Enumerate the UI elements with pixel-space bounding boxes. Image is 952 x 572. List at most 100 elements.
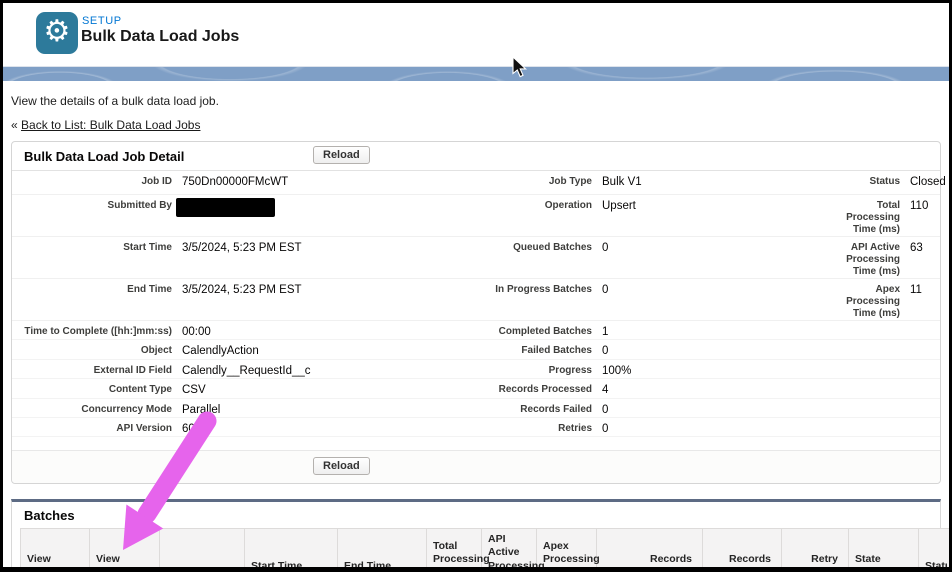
- field-label: Records Processed: [450, 379, 592, 397]
- field-value: [900, 418, 940, 436]
- col-header-apex-processing: Apex Processing Time (ms): [537, 529, 597, 567]
- field-label: Start Time: [12, 237, 172, 278]
- col-header-batch-id: [160, 529, 245, 567]
- field-label: End Time: [12, 279, 172, 320]
- job-detail-header: Bulk Data Load Job Detail Reload: [12, 142, 940, 171]
- setup-tile: ⚙: [36, 12, 78, 54]
- field-value: [172, 195, 450, 236]
- field-label: Records Failed: [450, 399, 592, 417]
- field-label: Content Type: [12, 379, 172, 397]
- reload-button-top[interactable]: Reload: [313, 146, 370, 164]
- batches-title: Batches: [12, 502, 940, 528]
- field-value: 110: [900, 195, 940, 236]
- field-value: 11: [900, 279, 940, 320]
- field-label: Object: [12, 340, 172, 358]
- theme-texture-bar: [3, 66, 949, 81]
- field-label: Job ID: [12, 171, 172, 194]
- field-value: 0: [592, 279, 820, 320]
- field-value: 63: [900, 237, 940, 278]
- gear-icon: ⚙: [44, 17, 71, 47]
- field-value: CalendlyAction: [172, 340, 450, 358]
- field-value: 750Dn00000FMcWT: [172, 171, 450, 194]
- field-value: 100%: [592, 360, 820, 378]
- back-marker: «: [11, 118, 18, 132]
- field-value: Upsert: [592, 195, 820, 236]
- col-header-api-active-processing: API Active Processing Time (ms): [482, 529, 537, 567]
- job-detail-panel: Bulk Data Load Job Detail Reload Job ID …: [11, 141, 941, 484]
- detail-row: Object CalendlyAction Failed Batches 0: [12, 340, 940, 359]
- col-header-state-message: State Message: [849, 529, 919, 567]
- field-label: Concurrency Mode: [12, 399, 172, 417]
- field-label: Submitted By: [12, 195, 172, 236]
- intro-text: View the details of a bulk data load job…: [11, 94, 949, 108]
- field-value: [900, 379, 940, 397]
- page: ⚙ SETUP Bulk Data Load Jobs View the det…: [3, 3, 949, 567]
- field-value: Parallel: [172, 399, 450, 417]
- back-to-list-link[interactable]: Back to List: Bulk Data Load Jobs: [21, 118, 200, 132]
- redacted-submitted-by: [176, 198, 275, 217]
- setup-eyebrow: SETUP: [82, 15, 122, 27]
- detail-row: Concurrency Mode Parallel Records Failed…: [12, 399, 940, 418]
- field-label: Queued Batches: [450, 237, 592, 278]
- detail-row: Content Type CSV Records Processed 4: [12, 379, 940, 398]
- spacer: [12, 437, 940, 450]
- detail-row: End Time 3/5/2024, 5:23 PM EST In Progre…: [12, 279, 940, 321]
- field-label: Operation: [450, 195, 592, 236]
- field-value: 3/5/2024, 5:23 PM EST: [172, 279, 450, 320]
- field-value: 60.0: [172, 418, 450, 436]
- job-detail-footer: Reload: [12, 450, 940, 483]
- field-label: Apex Processing Time (ms): [820, 279, 900, 320]
- col-header-records-failed: Records Failed: [703, 529, 782, 567]
- detail-row: Job ID 750Dn00000FMcWT Job Type Bulk V1 …: [12, 171, 940, 195]
- col-header-records-processed: Records Processed: [597, 529, 703, 567]
- field-label: API Version: [12, 418, 172, 436]
- field-label: Failed Batches: [450, 340, 592, 358]
- field-label: Status: [820, 171, 900, 194]
- field-value: 00:00: [172, 321, 450, 339]
- field-label: [820, 379, 900, 397]
- field-value: [900, 360, 940, 378]
- field-label: Job Type: [450, 171, 592, 194]
- col-header-view-result: View Result: [90, 529, 160, 567]
- field-label: [820, 321, 900, 339]
- field-value: CSV: [172, 379, 450, 397]
- field-value: [900, 321, 940, 339]
- reload-button-bottom[interactable]: Reload: [313, 457, 370, 475]
- col-header-retry-count: Retry Count: [782, 529, 849, 567]
- field-label: External ID Field: [12, 360, 172, 378]
- field-label: Time to Complete ([hh:]mm:ss): [12, 321, 172, 339]
- col-header-total-processing: Total Processing Time (ms): [427, 529, 482, 567]
- field-label: Progress: [450, 360, 592, 378]
- field-value: 4: [592, 379, 820, 397]
- field-label: [820, 399, 900, 417]
- page-title: Bulk Data Load Jobs: [81, 28, 239, 46]
- detail-row: API Version 60.0 Retries 0: [12, 418, 940, 437]
- field-label: [820, 360, 900, 378]
- detail-row: External ID Field Calendly__RequestId__c…: [12, 360, 940, 379]
- col-header-start-time: Start Time: [245, 529, 338, 567]
- field-label: In Progress Batches: [450, 279, 592, 320]
- field-label: [820, 340, 900, 358]
- field-value: Bulk V1: [592, 171, 820, 194]
- col-header-end-time: End Time: [338, 529, 427, 567]
- field-label: API Active Processing Time (ms): [820, 237, 900, 278]
- field-value: 3/5/2024, 5:23 PM EST: [172, 237, 450, 278]
- field-label: [820, 418, 900, 436]
- field-value: 1: [592, 321, 820, 339]
- field-value: 0: [592, 237, 820, 278]
- setup-header: ⚙ SETUP Bulk Data Load Jobs: [3, 3, 949, 66]
- col-header-view-request: View Request: [21, 529, 90, 567]
- field-value: 0: [592, 340, 820, 358]
- field-value: Closed: [900, 171, 946, 194]
- field-label: Completed Batches: [450, 321, 592, 339]
- field-value: [900, 340, 940, 358]
- batches-table: View Request View Result Start Time End …: [20, 528, 949, 567]
- batches-header-row: View Request View Result Start Time End …: [21, 529, 950, 567]
- field-label: Retries: [450, 418, 592, 436]
- breadcrumb: « Back to List: Bulk Data Load Jobs: [11, 118, 949, 132]
- field-value: 0: [592, 418, 820, 436]
- detail-row: Submitted By Operation Upsert Total Proc…: [12, 195, 940, 237]
- detail-row: Time to Complete ([hh:]mm:ss) 00:00 Comp…: [12, 321, 940, 340]
- job-detail-title: Bulk Data Load Job Detail: [24, 149, 184, 164]
- field-value: [900, 399, 940, 417]
